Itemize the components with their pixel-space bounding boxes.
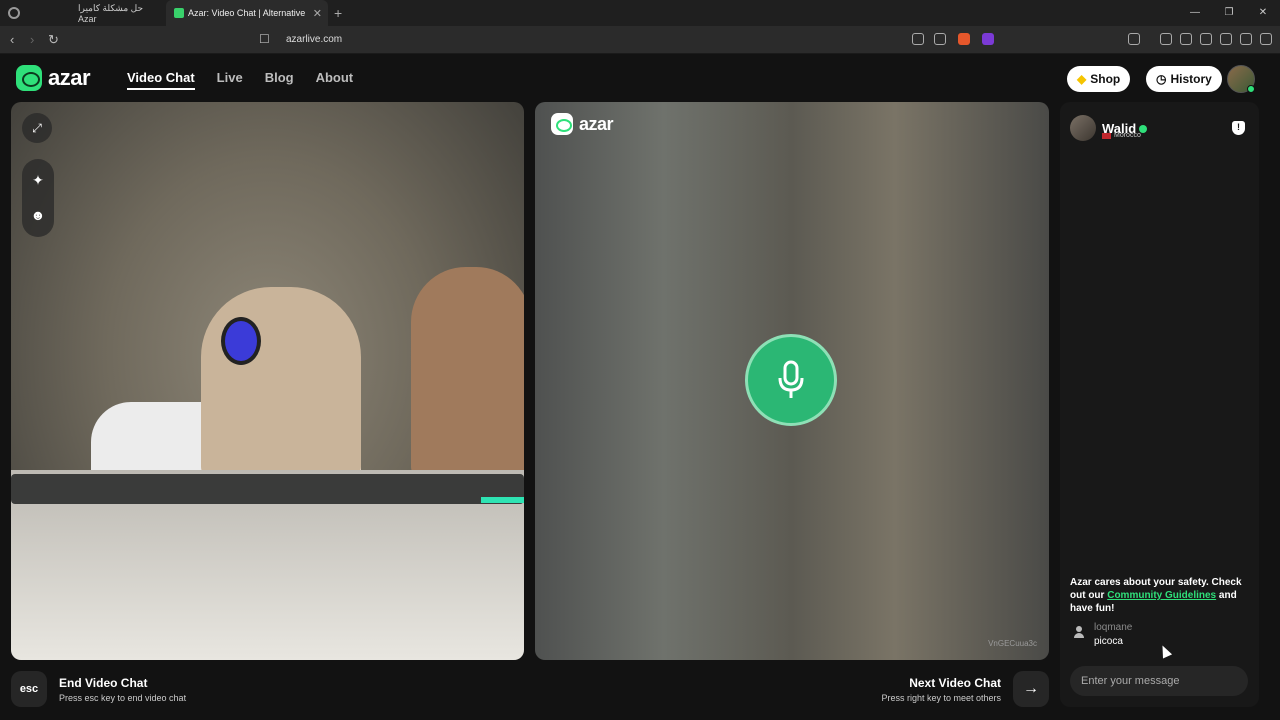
video-person	[411, 267, 524, 477]
partner-country: Morocco	[1102, 132, 1141, 139]
video-tools: ✦ ☻	[22, 159, 54, 237]
morocco-flag-icon	[1102, 132, 1111, 139]
video-headset	[221, 317, 261, 365]
history-label: History	[1170, 72, 1212, 86]
end-video-chat[interactable]: esc End Video Chat Press esc key to end …	[11, 671, 186, 707]
profile-avatar[interactable]	[1227, 65, 1255, 93]
azar-logo-icon	[16, 65, 42, 91]
shop-label: Shop	[1090, 72, 1121, 86]
bookmark-icon[interactable]: ☐	[259, 32, 270, 46]
watermark-text: azar	[579, 113, 614, 134]
next-chat-text: Next Video Chat Press right key to meet …	[881, 676, 1001, 703]
address-bar[interactable]: azarlive.com	[286, 34, 342, 45]
forward-icon[interactable]: ›	[30, 32, 34, 47]
cast-icon[interactable]	[912, 33, 924, 45]
menu-icon[interactable]	[1260, 33, 1272, 45]
music-icon[interactable]	[1160, 33, 1172, 45]
tab-azar-camera-fix[interactable]: حل مشكلة كاميرا Azar	[70, 0, 164, 26]
site-header: azar Video Chat Live Blog About ◆ Shop ◷…	[0, 54, 1280, 102]
clock-icon: ◷	[1156, 72, 1167, 86]
nav-about[interactable]: About	[316, 70, 354, 90]
next-video-chat[interactable]: Next Video Chat Press right key to meet …	[881, 671, 1049, 707]
sidebar-icon[interactable]	[1128, 33, 1140, 45]
local-video	[11, 102, 524, 660]
country-label: Morocco	[1114, 132, 1141, 139]
next-chat-title: Next Video Chat	[909, 675, 1001, 690]
tab-label: حل مشكلة كاميرا Azar	[78, 2, 144, 24]
tab-azar-video-chat[interactable]: Azar: Video Chat | Alternative ✕	[166, 0, 328, 26]
microphone-icon	[778, 360, 804, 398]
nav-blog[interactable]: Blog	[265, 70, 294, 90]
main-nav: Video Chat Live Blog About	[127, 70, 353, 90]
brave-shields-icon[interactable]	[958, 33, 970, 45]
shop-button[interactable]: ◆ Shop	[1067, 66, 1131, 92]
arrow-right-icon: →	[1023, 680, 1039, 697]
reload-icon[interactable]: ↻	[48, 32, 59, 48]
message-input[interactable]	[1070, 666, 1248, 696]
report-shield-icon[interactable]: !	[1232, 121, 1245, 135]
browser-toolbar: ‹ › ↻ ☐ azarlive.com	[0, 26, 1280, 54]
leo-icon[interactable]	[1220, 33, 1232, 45]
stickers-button[interactable]: ☻	[22, 199, 54, 231]
panel-icon[interactable]	[1180, 33, 1192, 45]
close-window-button[interactable]: ✕	[1246, 0, 1280, 26]
online-indicator	[1247, 85, 1255, 93]
video-object	[11, 474, 524, 504]
expand-icon: ⤢	[32, 121, 42, 135]
brave-rewards-icon[interactable]	[982, 33, 994, 45]
face-icon: ☻	[30, 207, 46, 223]
minimize-button[interactable]: —	[1178, 0, 1212, 26]
azar-favicon-icon	[174, 8, 184, 18]
vpn-icon[interactable]	[1240, 33, 1252, 45]
next-arrow-button[interactable]: →	[1013, 671, 1049, 707]
azar-logo[interactable]: azar	[16, 65, 91, 91]
nav-video-chat[interactable]: Video Chat	[127, 70, 195, 90]
expand-video-button[interactable]: ⤢	[22, 113, 52, 143]
message-text: picoca	[1094, 636, 1123, 647]
browser-tabbar: حل مشكلة كاميرا Azar Azar: Video Chat | …	[0, 0, 1280, 26]
nav-live[interactable]: Live	[217, 70, 243, 90]
esc-key[interactable]: esc	[11, 671, 47, 707]
share-icon[interactable]	[934, 33, 946, 45]
video-person	[201, 287, 361, 477]
next-chat-subtitle: Press right key to meet others	[881, 692, 1001, 703]
community-guidelines-link[interactable]: Community Guidelines	[1107, 590, 1216, 601]
chat-panel: Walid Morocco ! Azar cares about your sa…	[1060, 102, 1259, 707]
user-icon	[1074, 626, 1084, 638]
video-watermark: azar	[551, 113, 614, 135]
tab-label: Azar: Video Chat | Alternative	[188, 8, 306, 18]
safety-notice: Azar cares about your safety. Check out …	[1070, 576, 1250, 615]
partner-avatar[interactable]	[1070, 115, 1096, 141]
end-chat-title: End Video Chat	[59, 675, 148, 690]
mic-indicator	[745, 334, 837, 426]
end-chat-subtitle: Press esc key to end video chat	[59, 692, 187, 703]
new-tab-button[interactable]: +	[334, 5, 342, 21]
back-icon[interactable]: ‹	[10, 32, 14, 47]
video-id: VnGECuua3c	[988, 639, 1037, 648]
browser-menu-icon[interactable]	[8, 7, 20, 19]
tab-close-icon[interactable]: ✕	[313, 7, 322, 20]
video-light	[481, 497, 524, 503]
maximize-button[interactable]: ❐	[1212, 0, 1246, 26]
sparkle-icon: ✦	[32, 172, 44, 188]
gem-icon: ◆	[1077, 72, 1087, 86]
message-username: loqmane	[1094, 622, 1133, 633]
azar-logo-icon	[551, 113, 573, 135]
remote-video: azar VnGECuua3c	[535, 102, 1049, 660]
effects-button[interactable]: ✦	[22, 164, 54, 196]
window-controls: — ❐ ✕	[1178, 0, 1280, 26]
logo-text: azar	[48, 65, 91, 90]
end-chat-text: End Video Chat Press esc key to end vide…	[59, 676, 186, 703]
history-button[interactable]: ◷ History	[1146, 66, 1222, 92]
wallet-icon[interactable]	[1200, 33, 1212, 45]
